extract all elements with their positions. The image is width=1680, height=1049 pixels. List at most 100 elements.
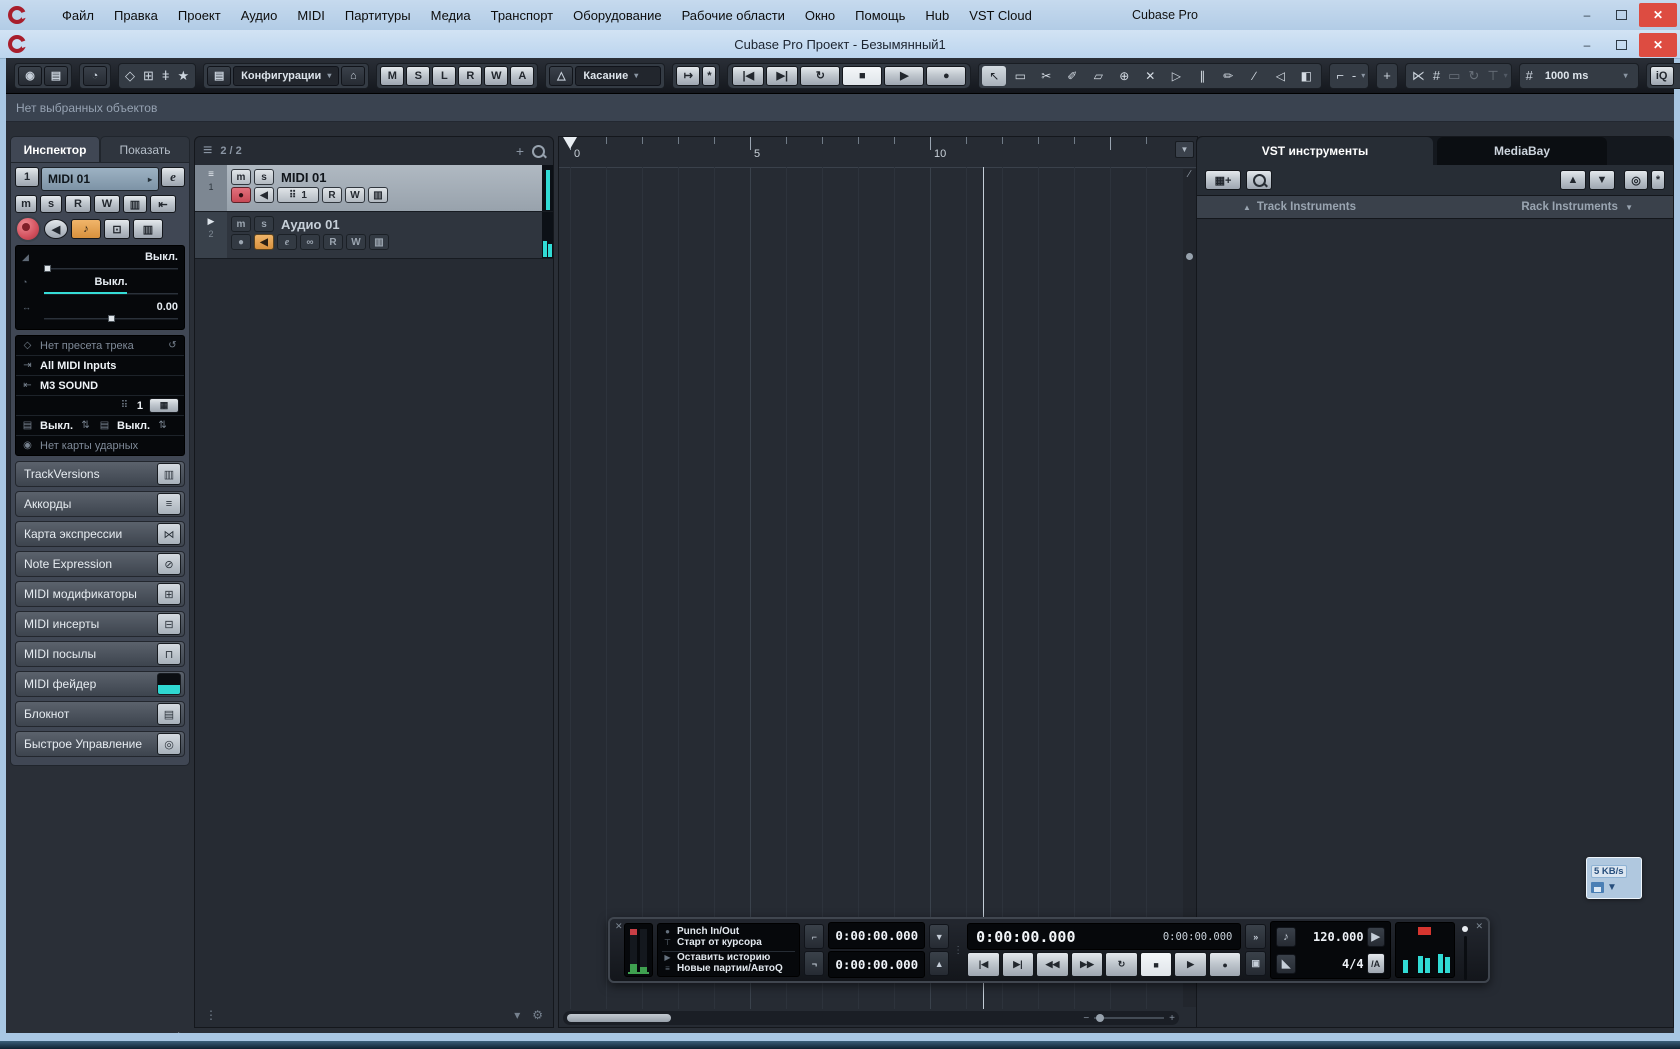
menu-item[interactable]: Проект xyxy=(178,8,221,23)
jog-button[interactable]: ▣ xyxy=(1245,951,1267,976)
play-button[interactable]: ▶ xyxy=(884,65,925,86)
grid-type-dropdown[interactable]: 1000 ms ▾ xyxy=(1538,66,1635,86)
comp-tool[interactable]: ∥ xyxy=(1190,66,1214,86)
drum-editor-button[interactable]: ▥ xyxy=(133,219,163,239)
line-tool[interactable]: ∕ xyxy=(1242,66,1266,86)
horizontal-scrollbar[interactable]: − + xyxy=(563,1011,1179,1025)
track-lanes-button[interactable]: ▥ xyxy=(369,234,389,250)
automation-panel-icon[interactable]: ⌐ xyxy=(1333,68,1347,83)
midi-quantize-button[interactable]: ♪ xyxy=(71,219,101,239)
disk-cache-indicator[interactable]: 5 KB/s ▼ xyxy=(1586,857,1642,899)
track-solo-button[interactable]: s xyxy=(254,169,274,185)
ruler-options-dropdown[interactable]: ▼ xyxy=(1175,141,1194,158)
menu-item[interactable]: Рабочие области xyxy=(682,8,785,23)
tempo-options-button[interactable]: ▶ xyxy=(1366,926,1385,947)
automation-state-button[interactable]: M xyxy=(380,65,405,86)
track-row-midi-01[interactable]: ≡ 1 m s MIDI 01 ● ◀ ⠿ 1 R W ▥ xyxy=(195,165,553,212)
transport-close-icon[interactable]: ✕ xyxy=(615,921,623,932)
edit-channel-button[interactable]: e xyxy=(161,167,185,187)
menu-item[interactable]: Медиа xyxy=(431,8,471,23)
section-chords[interactable]: Аккорды ≡ xyxy=(15,491,185,517)
transport-handle-dot[interactable] xyxy=(1462,926,1469,932)
menu-item[interactable]: Правка xyxy=(114,8,158,23)
draw-tool[interactable]: ✏ xyxy=(1216,66,1240,86)
transport-close-icon[interactable]: ✕ xyxy=(1475,921,1483,932)
snap-type-icon[interactable]: # xyxy=(1430,68,1443,83)
track-insert-bypass-button[interactable]: ∞ xyxy=(300,234,320,250)
rack-instruments-header[interactable]: Rack Instruments ▼ xyxy=(1505,201,1673,213)
volume-slider[interactable] xyxy=(44,265,178,272)
zoom-slider-thumb[interactable] xyxy=(1096,1014,1105,1022)
track-preset-row[interactable]: ◇ Нет пресета трека ↺ xyxy=(16,336,184,356)
add-track-button[interactable]: + xyxy=(516,143,524,159)
add-instrument-button[interactable]: ▦+ xyxy=(1205,170,1241,190)
workspace-button[interactable]: ⌂ xyxy=(341,65,366,86)
record-mode-panel[interactable]: ● Punch In/Out ⊤ Старт от курсора ▶ Оставит… xyxy=(657,923,801,977)
read-automation-button[interactable]: R xyxy=(65,195,91,213)
solo-button[interactable]: s xyxy=(40,195,62,213)
configurations-dropdown[interactable]: Конфигурации ▾ xyxy=(233,65,340,86)
autoscroll-options-button[interactable]: * xyxy=(702,65,717,86)
program-spinner[interactable]: ⇅ xyxy=(156,420,169,431)
input-routing-row[interactable]: ⇥ All MIDI Inputs xyxy=(16,356,184,376)
iterative-quantize-button[interactable]: iQ xyxy=(1649,65,1674,86)
midi-channel-row[interactable]: ⠿ 1 ▦ xyxy=(16,396,184,416)
section-note-expression[interactable]: Note Expression ⊘ xyxy=(15,551,185,577)
automation-state-button[interactable]: A xyxy=(510,65,535,86)
event-display-area[interactable]: 0 5 10 ▼ ∕ − + xyxy=(558,136,1198,1028)
channel-config-button[interactable]: ⇤ xyxy=(150,195,176,213)
chevron-down-icon[interactable]: ▾ xyxy=(1504,71,1508,80)
zoom-tool[interactable]: ⊕ xyxy=(1112,66,1136,86)
configurations-icon[interactable]: ▤ xyxy=(207,65,232,86)
track-solo-button[interactable]: s xyxy=(254,216,274,232)
find-instrument-button[interactable] xyxy=(1246,170,1272,190)
pan-slider[interactable] xyxy=(44,290,178,297)
left-locator-time[interactable]: 0:00:00.000 xyxy=(828,922,926,949)
mixer-icon[interactable]: ǂ xyxy=(159,68,173,83)
menu-item[interactable]: Файл xyxy=(62,8,94,23)
rack-settings-button[interactable]: * xyxy=(1651,170,1665,190)
chevron-down-icon[interactable]: ▾ xyxy=(1361,71,1365,80)
tab-visibility[interactable]: Показать xyxy=(100,136,190,162)
forward-button[interactable]: ▶▶ xyxy=(1070,952,1104,977)
object-selection-tool[interactable]: ↖ xyxy=(982,65,1007,86)
snap-events-icon[interactable]: ⊤ xyxy=(1484,68,1501,84)
menu-item[interactable]: MIDI xyxy=(297,8,324,23)
metronome-button[interactable]: /A xyxy=(1366,953,1385,974)
reload-preset-icon[interactable]: ↺ xyxy=(166,340,179,351)
next-instrument-button[interactable]: ▼ xyxy=(1589,170,1615,190)
track-lanes-button[interactable]: ▥ xyxy=(368,187,388,203)
vertical-scroll-thumb[interactable] xyxy=(1186,253,1193,260)
track-record-enable-button[interactable]: ● xyxy=(231,234,251,250)
track-name-field[interactable]: MIDI 01 ▸ xyxy=(41,167,159,191)
track-channel-button[interactable]: ⠿ 1 xyxy=(277,187,319,203)
rack-options-button[interactable]: ◎ xyxy=(1624,170,1648,190)
zoom-out-icon[interactable]: − xyxy=(1083,1013,1089,1024)
menu-item[interactable]: Транспорт xyxy=(491,8,554,23)
track-read-button[interactable]: R xyxy=(322,187,342,203)
track-read-button[interactable]: R xyxy=(323,234,343,250)
section-midi-sends[interactable]: MIDI посылы ⊓ xyxy=(15,641,185,667)
track-mute-button[interactable]: m xyxy=(231,169,251,185)
rewind-button[interactable]: ◀◀ xyxy=(1036,952,1069,977)
snap-on-off-icon[interactable]: ⋉ xyxy=(1409,68,1428,84)
project-close-button[interactable]: ✕ xyxy=(1639,33,1677,57)
track-visibility-icon[interactable]: ⊞ xyxy=(140,68,157,84)
time-signature-value[interactable]: 4/4 xyxy=(1299,957,1364,971)
edit-in-place-button[interactable]: ▥ xyxy=(123,195,147,213)
star-icon[interactable]: ★ xyxy=(175,68,193,84)
track-scale-handle-icon[interactable]: ⋮ xyxy=(205,1008,217,1022)
split-tool[interactable]: ✂ xyxy=(1034,66,1058,86)
range-selection-tool[interactable]: ▭ xyxy=(1008,66,1032,86)
right-locator-time[interactable]: 0:00:00.000 xyxy=(828,951,926,978)
open-device-button[interactable]: ▦ xyxy=(149,398,179,413)
glue-tool[interactable]: ✐ xyxy=(1060,66,1084,86)
goto-previous-marker-button[interactable]: |◀ xyxy=(967,952,1000,977)
track-record-enable-button[interactable]: ● xyxy=(231,187,251,203)
punch-out-button[interactable]: ¬ xyxy=(804,951,825,976)
section-notepad[interactable]: Блокнот ▤ xyxy=(15,701,185,727)
secondary-time-display[interactable]: 0:00:00.000 xyxy=(1163,931,1233,943)
vertical-scrollbar[interactable]: ∕ xyxy=(1183,169,1196,1007)
quantize-wave-icon[interactable]: ∿ xyxy=(1676,68,1680,84)
color-tool[interactable]: ◧ xyxy=(1294,66,1318,86)
